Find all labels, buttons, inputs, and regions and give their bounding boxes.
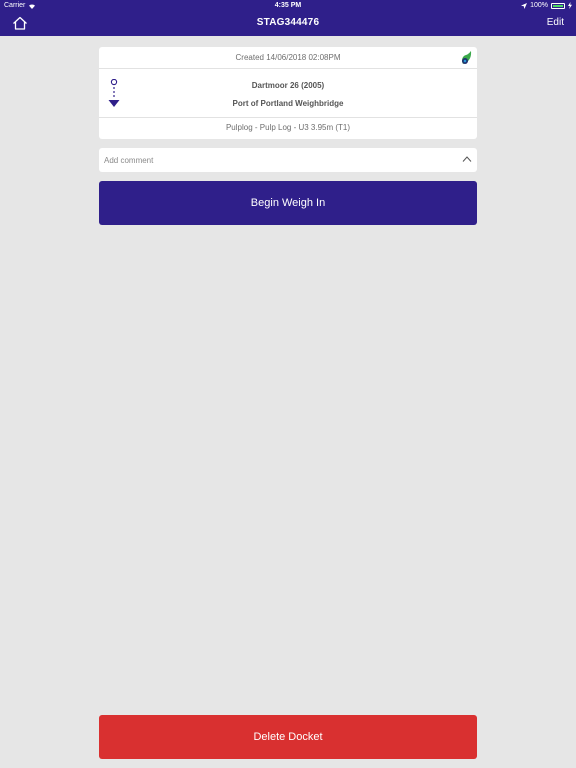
origin-location: Dartmoor 26 (2005) [251,81,325,90]
created-row: Created 14/06/2018 02:08PM [99,47,477,69]
chevron-up-icon[interactable] [462,155,472,163]
product-description: Pulplog - Pulp Log - U3 3.95m (T1) [225,123,351,132]
destination-location: Port of Portland Weighbridge [232,99,344,108]
leaf-logo-icon [462,51,472,64]
navigation-bar: Carrier 4:35 PM 100% STAG344476 Edit [0,0,576,36]
battery-percent: 100% [530,2,548,9]
created-timestamp: Created 14/06/2018 02:08PM [235,53,341,62]
status-time: 4:35 PM [274,2,302,9]
delete-docket-button[interactable]: Delete Docket [99,715,477,759]
edit-button[interactable]: Edit [547,17,564,28]
status-bar: Carrier 4:35 PM 100% [0,0,576,12]
page-title: STAG344476 [256,17,320,28]
begin-weigh-in-button[interactable]: Begin Weigh In [99,181,477,225]
location-arrow-icon [521,2,528,9]
comment-input[interactable] [99,148,439,172]
charging-icon [568,2,572,9]
battery-icon [551,2,565,9]
comment-field[interactable] [99,148,477,172]
docket-card: Created 14/06/2018 02:08PM Dartmoor 26 (… [99,47,477,139]
status-right: 100% [521,2,572,9]
route-section: Dartmoor 26 (2005) Port of Portland Weig… [99,69,477,118]
